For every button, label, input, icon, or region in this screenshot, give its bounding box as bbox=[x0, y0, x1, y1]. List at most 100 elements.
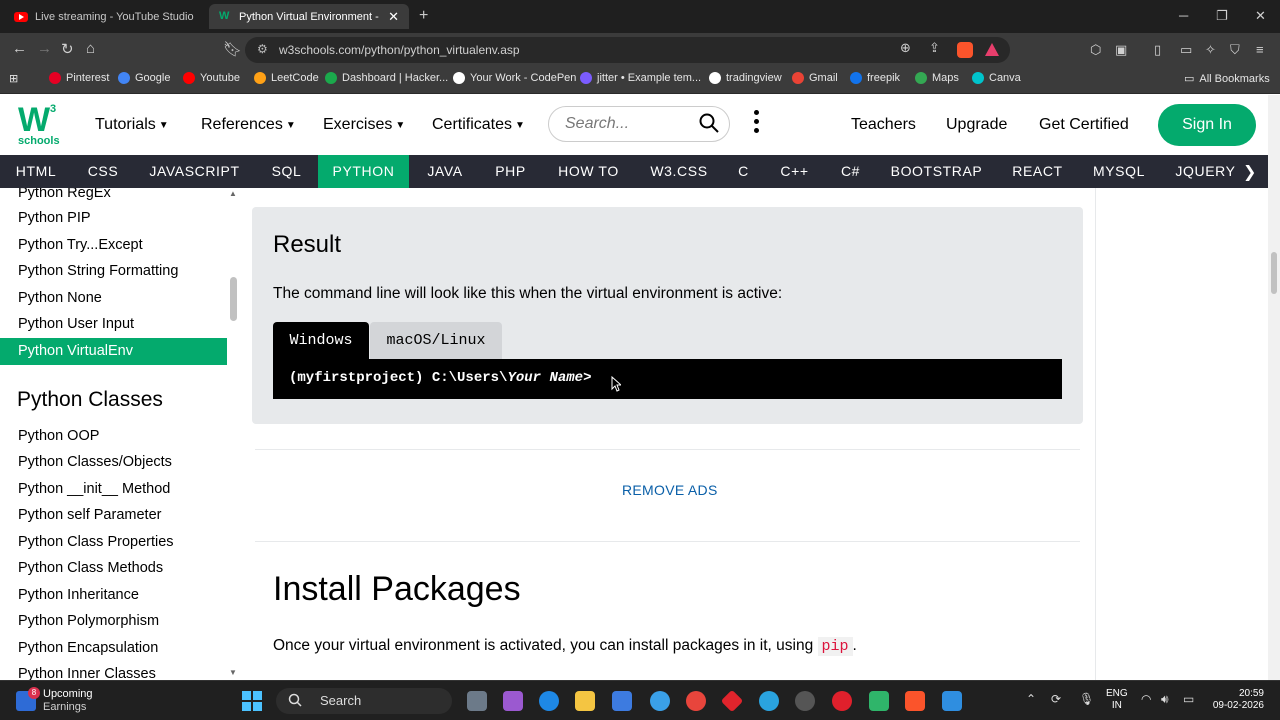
sign-in-button[interactable]: Sign In bbox=[1158, 104, 1256, 146]
tab-python-virtualenv[interactable]: W Python Virtual Environment - ver ✕ bbox=[209, 4, 409, 29]
bookmark-youtube[interactable]: Youtube bbox=[183, 72, 240, 84]
back-icon[interactable]: ← bbox=[12, 40, 27, 57]
sidebar-scroll-thumb[interactable] bbox=[230, 277, 237, 321]
anydesk-icon[interactable] bbox=[720, 689, 744, 713]
topic-jquery[interactable]: JQUERY bbox=[1158, 155, 1253, 188]
bookmark-gmail[interactable]: Gmail bbox=[792, 72, 838, 84]
store-icon[interactable] bbox=[612, 691, 632, 711]
taskbar-search[interactable]: Search bbox=[276, 688, 452, 714]
topic-javascript[interactable]: JAVASCRIPT bbox=[134, 155, 255, 188]
sidebar-item-string-formatting[interactable]: Python String Formatting bbox=[0, 258, 227, 285]
sidebar-item-class-properties[interactable]: Python Class Properties bbox=[0, 529, 227, 556]
bookmark-google[interactable]: Google bbox=[118, 72, 170, 84]
tab-youtube-studio[interactable]: Live streaming - YouTube Studio bbox=[4, 4, 206, 29]
sidebar-item-encapsulation[interactable]: Python Encapsulation bbox=[0, 635, 227, 662]
sidebar-item-virtualenv[interactable]: Python VirtualEnv bbox=[0, 338, 227, 365]
bookmark-tradingview[interactable]: tradingview bbox=[709, 72, 782, 84]
more-options-icon[interactable] bbox=[754, 110, 760, 137]
topic-react[interactable]: REACT bbox=[995, 155, 1080, 188]
bookmark-maps[interactable]: Maps bbox=[915, 72, 959, 84]
search-input[interactable]: Search... bbox=[548, 106, 730, 142]
sidebar-item-pip[interactable]: Python PIP bbox=[0, 205, 227, 232]
site-info-icon[interactable]: ⚙ bbox=[257, 42, 268, 56]
apps-grid-icon[interactable]: ⊞ bbox=[9, 72, 18, 85]
brave-icon[interactable] bbox=[905, 691, 925, 711]
language-indicator[interactable]: ENG IN bbox=[1106, 688, 1128, 712]
telegram-icon[interactable] bbox=[759, 691, 779, 711]
topic-sql[interactable]: SQL bbox=[255, 155, 318, 188]
close-tab-icon[interactable]: ✕ bbox=[388, 9, 399, 25]
remove-ads-link[interactable]: REMOVE ADS bbox=[622, 482, 718, 498]
scroll-down-icon[interactable]: ▼ bbox=[229, 668, 237, 677]
battery-icon[interactable]: ▭ bbox=[1183, 692, 1194, 706]
maximize-icon[interactable]: ❐ bbox=[1216, 8, 1228, 24]
search-icon[interactable] bbox=[699, 113, 719, 133]
sidebar-item-oop[interactable]: Python OOP bbox=[0, 423, 227, 450]
file-explorer-icon[interactable] bbox=[575, 691, 595, 711]
volume-icon[interactable]: 🔊︎ bbox=[1161, 692, 1169, 707]
wifi-icon[interactable]: ◠ bbox=[1141, 692, 1151, 706]
topic-python[interactable]: PYTHON bbox=[318, 155, 409, 188]
topic-csharp[interactable]: C# bbox=[823, 155, 878, 188]
tab-windows[interactable]: Windows bbox=[273, 322, 369, 359]
topic-php[interactable]: PHP bbox=[481, 155, 540, 188]
copilot-icon[interactable] bbox=[503, 691, 523, 711]
sidebar-item-inheritance[interactable]: Python Inheritance bbox=[0, 582, 227, 609]
screenshot-icon[interactable]: ▣ bbox=[1115, 42, 1127, 58]
close-window-icon[interactable]: ✕ bbox=[1255, 8, 1266, 24]
sidebar-item-self-parameter[interactable]: Python self Parameter bbox=[0, 502, 227, 529]
windows-start-icon[interactable] bbox=[242, 691, 262, 711]
url-bar[interactable]: ⚙ w3schools.com/python/python_virtualenv… bbox=[245, 37, 1010, 63]
menu-exercises[interactable]: Exercises ▼ bbox=[323, 116, 405, 134]
sync-icon[interactable]: ⟳ bbox=[1051, 692, 1061, 706]
opera-icon[interactable] bbox=[832, 691, 852, 711]
topic-c[interactable]: C bbox=[721, 155, 766, 188]
bookmark-canva[interactable]: Canva bbox=[972, 72, 1021, 84]
zoom-icon[interactable]: ⊕ bbox=[900, 40, 911, 56]
topic-cpp[interactable]: C++ bbox=[766, 155, 823, 188]
app-icon[interactable] bbox=[869, 691, 889, 711]
menu-tutorials[interactable]: Tutorials ▼ bbox=[95, 116, 169, 134]
extensions-icon[interactable]: ⬡ bbox=[1090, 42, 1101, 58]
tab-macos-linux[interactable]: macOS/Linux bbox=[370, 322, 502, 359]
sidebar-item-none[interactable]: Python None bbox=[0, 285, 227, 312]
sidebar-item-classes-objects[interactable]: Python Classes/Objects bbox=[0, 449, 227, 476]
topic-w3css[interactable]: W3.CSS bbox=[637, 155, 721, 188]
sidebar-icon[interactable]: ▯ bbox=[1154, 42, 1161, 58]
brave-shields-icon[interactable] bbox=[957, 42, 973, 61]
topic-java[interactable]: JAVA bbox=[409, 155, 481, 188]
sidebar-scrollbar[interactable]: ▲ ▼ bbox=[227, 188, 240, 680]
share-icon[interactable]: ⇪ bbox=[929, 40, 940, 56]
chevron-right-icon[interactable]: ❯ bbox=[1243, 162, 1256, 182]
reload-icon[interactable]: ↻ bbox=[61, 40, 74, 58]
sidebar-item-class-methods[interactable]: Python Class Methods bbox=[0, 555, 227, 582]
clock[interactable]: 20:59 09-02-2026 bbox=[1212, 688, 1264, 712]
settings-icon[interactable] bbox=[795, 691, 815, 711]
scroll-up-icon[interactable]: ▲ bbox=[229, 189, 237, 198]
wallet-icon[interactable]: ▭ bbox=[1180, 42, 1192, 58]
page-scrollbar[interactable] bbox=[1268, 95, 1280, 680]
chrome-icon[interactable] bbox=[686, 691, 706, 711]
bookmark-jitter[interactable]: jitter • Example tem... bbox=[580, 72, 701, 84]
upgrade-link[interactable]: Upgrade bbox=[946, 116, 1007, 134]
sidebar-item-try-except[interactable]: Python Try...Except bbox=[0, 232, 227, 259]
bookmark-icon[interactable]: 🔖︎ bbox=[223, 40, 242, 58]
forward-icon[interactable]: → bbox=[37, 40, 52, 57]
home-icon[interactable]: ⌂ bbox=[86, 40, 95, 57]
page-scroll-thumb[interactable] bbox=[1271, 252, 1277, 294]
get-certified-link[interactable]: Get Certified bbox=[1039, 116, 1129, 134]
new-tab-button[interactable]: + bbox=[419, 7, 428, 25]
brave-rewards-icon[interactable] bbox=[985, 43, 999, 59]
vpn-icon[interactable]: ⛉ bbox=[1230, 42, 1240, 58]
bookmark-codepen[interactable]: Your Work - CodePen bbox=[453, 72, 576, 84]
topic-bootstrap[interactable]: BOOTSTRAP bbox=[878, 155, 995, 188]
bookmark-leetcode[interactable]: LeetCode bbox=[254, 72, 319, 84]
all-bookmarks[interactable]: ▭ All Bookmarks bbox=[1184, 72, 1270, 86]
topic-html[interactable]: HTML bbox=[0, 155, 72, 188]
minimize-icon[interactable]: ─ bbox=[1179, 8, 1188, 23]
teachers-link[interactable]: Teachers bbox=[851, 116, 916, 134]
python-icon[interactable] bbox=[650, 691, 670, 711]
microphone-icon[interactable]: 🎙︎ bbox=[1079, 692, 1094, 706]
menu-certificates[interactable]: Certificates ▼ bbox=[432, 116, 525, 134]
leo-ai-icon[interactable]: ✧ bbox=[1205, 42, 1216, 58]
